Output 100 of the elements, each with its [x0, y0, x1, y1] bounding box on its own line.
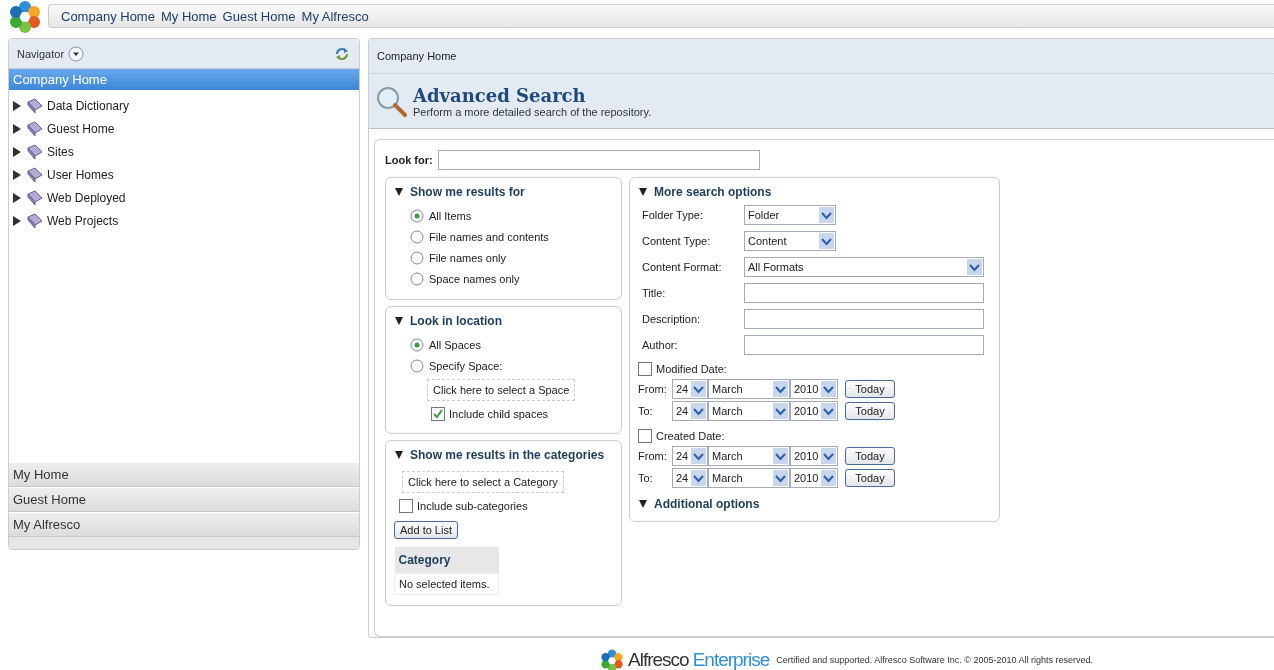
text-field[interactable]: [744, 283, 984, 303]
radio-button[interactable]: [410, 337, 424, 352]
folder-icon: [26, 119, 44, 138]
text-field[interactable]: [744, 335, 984, 355]
tree-item-label[interactable]: User Homes: [47, 167, 114, 182]
day-dropdown[interactable]: 24: [672, 446, 708, 466]
tree-item-label[interactable]: Guest Home: [47, 121, 115, 136]
tree-item-label[interactable]: Sites: [47, 144, 74, 159]
today-button[interactable]: Today: [845, 380, 895, 398]
section-title: Show me results for: [410, 185, 525, 199]
expand-triangle-icon[interactable]: [11, 122, 23, 135]
logo-icon: [600, 648, 624, 670]
checkbox[interactable]: [638, 362, 652, 376]
checkbox[interactable]: [399, 498, 413, 513]
field-label: Content Type:: [642, 235, 712, 247]
section-title[interactable]: Additional options: [654, 497, 760, 511]
folder-icon: [26, 165, 44, 184]
today-button[interactable]: Today: [845, 447, 895, 465]
breadcrumb[interactable]: Company Home: [369, 39, 1274, 74]
year-dropdown[interactable]: 2010: [790, 379, 838, 399]
add-to-list-button[interactable]: Add to List: [394, 521, 458, 539]
option-label: File names only: [429, 251, 507, 264]
tree-item-label[interactable]: Data Dictionary: [47, 98, 130, 113]
folder-icon: [26, 188, 44, 207]
section-title: More search options: [654, 185, 772, 199]
page-subtitle: Perform a more detailed search of the repository.: [413, 105, 652, 118]
month-dropdown[interactable]: March: [708, 401, 790, 421]
field-label: Folder Type:: [642, 209, 704, 221]
copyright-notice: Certified and supported. Alfresco Software Inc. © 2005-2010 All rights reserved.: [776, 655, 1094, 665]
tree-item-label[interactable]: Web Deployed: [47, 190, 126, 205]
field-label: Look for:: [385, 154, 433, 166]
field-label: To:: [638, 405, 654, 417]
field-label: Description:: [642, 313, 702, 325]
table-cell: No selected items.: [394, 573, 499, 595]
year-dropdown[interactable]: 2010: [790, 446, 838, 466]
today-button[interactable]: Today: [845, 402, 895, 420]
checkbox-label: Include child spaces: [449, 407, 549, 420]
expand-triangle-icon[interactable]: [11, 214, 23, 227]
checkbox[interactable]: [638, 429, 652, 443]
field-label: From:: [638, 383, 668, 395]
radio-button[interactable]: [410, 271, 424, 286]
expand-triangle-icon[interactable]: [11, 145, 23, 158]
radio-button[interactable]: [410, 229, 424, 244]
expand-triangle-icon[interactable]: [11, 191, 23, 204]
category-picker[interactable]: Click here to select a Category: [402, 471, 564, 493]
radio-button[interactable]: [410, 208, 424, 223]
dropdown[interactable]: Content: [744, 231, 836, 251]
column-header: Category: [394, 547, 499, 574]
expand-triangle-icon[interactable]: [11, 168, 23, 181]
edition-name: Enterprise: [692, 649, 770, 670]
text-field[interactable]: [744, 309, 984, 329]
section-title: Show me results in the categories: [410, 448, 605, 462]
brand-name: Alfresco: [628, 649, 689, 670]
collapse-triangle-icon[interactable]: [394, 186, 404, 198]
section-title: Look in location: [410, 314, 502, 328]
option-label: All Items: [429, 209, 472, 222]
collapse-triangle-icon[interactable]: [638, 498, 648, 510]
checkbox-label: Modified Date:: [656, 363, 727, 375]
month-dropdown[interactable]: March: [708, 446, 790, 466]
collapse-triangle-icon[interactable]: [394, 449, 404, 461]
nav-link[interactable]: My Home: [160, 8, 217, 24]
option-label: Specify Space:: [429, 359, 503, 372]
option-label: Space names only: [429, 272, 520, 285]
month-dropdown[interactable]: March: [708, 379, 790, 399]
sidebar-section[interactable]: Guest Home: [9, 487, 359, 512]
field-label: From:: [638, 450, 668, 462]
year-dropdown[interactable]: 2010: [790, 401, 838, 421]
field-label: Title:: [642, 287, 667, 299]
nav-link[interactable]: My Alfresco: [301, 8, 369, 24]
dropdown[interactable]: Folder: [744, 205, 836, 225]
folder-icon: [26, 142, 44, 161]
nav-link[interactable]: Company Home: [61, 8, 155, 24]
month-dropdown[interactable]: March: [708, 468, 790, 488]
year-dropdown[interactable]: 2010: [790, 468, 838, 488]
logo-icon: [8, 0, 42, 33]
checkbox[interactable]: [431, 406, 445, 421]
collapse-triangle-icon[interactable]: [394, 315, 404, 327]
search-field[interactable]: [437, 150, 760, 170]
sidebar-section[interactable]: My Home: [9, 462, 359, 487]
dropdown-icon[interactable]: [68, 45, 85, 62]
field-label: To:: [638, 472, 654, 484]
search-icon: [375, 85, 407, 117]
panel-title: Navigator: [17, 47, 65, 60]
dropdown[interactable]: All Formats: [744, 257, 984, 277]
radio-button[interactable]: [410, 250, 424, 265]
day-dropdown[interactable]: 24: [672, 401, 708, 421]
sidebar-section[interactable]: My Alfresco: [9, 512, 359, 537]
nav-link[interactable]: Guest Home: [222, 8, 296, 24]
folder-icon: [26, 211, 44, 230]
tree-item-label[interactable]: Web Projects: [47, 213, 119, 228]
field-label: Content Format:: [642, 261, 723, 273]
expand-triangle-icon[interactable]: [11, 99, 23, 112]
day-dropdown[interactable]: 24: [672, 379, 708, 399]
collapse-triangle-icon[interactable]: [638, 186, 648, 198]
checkbox-label: Created Date:: [656, 430, 725, 442]
option-label: File names and contents: [429, 230, 549, 243]
day-dropdown[interactable]: 24: [672, 468, 708, 488]
radio-button[interactable]: [410, 358, 424, 373]
today-button[interactable]: Today: [845, 469, 895, 487]
space-picker[interactable]: Click here to select a Space: [427, 379, 576, 401]
